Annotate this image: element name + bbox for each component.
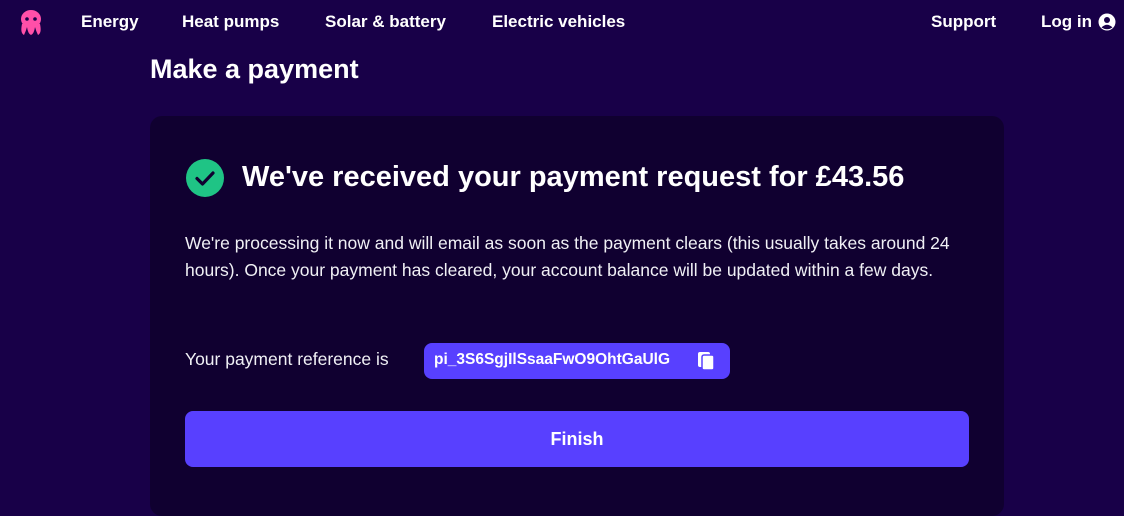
nav-link-solar-battery[interactable]: Solar & battery bbox=[325, 12, 446, 32]
payment-reference-code: pi_3S6SgjIlSsaaFwO9OhtGaUlG bbox=[434, 351, 671, 368]
confirmation-message: We're processing it now and will email a… bbox=[185, 233, 950, 280]
check-circle-icon bbox=[186, 159, 224, 197]
nav-link-heat-pumps[interactable]: Heat pumps bbox=[182, 12, 279, 32]
nav-link-support[interactable]: Support bbox=[931, 12, 996, 32]
top-navigation: Energy Heat pumps Solar & battery Electr… bbox=[0, 0, 1124, 44]
confirmation-heading: We've received your payment request for … bbox=[242, 161, 905, 193]
payment-reference-pill[interactable]: pi_3S6SgjIlSsaaFwO9OhtGaUlG bbox=[424, 343, 730, 379]
nav-link-electric-vehicles[interactable]: Electric vehicles bbox=[492, 12, 625, 32]
payment-reference-label: Your payment reference is bbox=[185, 349, 389, 369]
copy-icon[interactable] bbox=[696, 350, 716, 372]
nav-link-energy[interactable]: Energy bbox=[81, 12, 139, 32]
page-title: Make a payment bbox=[150, 54, 359, 84]
payment-confirmation-card: We've received your payment request for … bbox=[150, 116, 1004, 516]
octopus-logo-icon[interactable] bbox=[18, 9, 44, 37]
user-circle-icon[interactable] bbox=[1098, 13, 1116, 31]
nav-link-login[interactable]: Log in bbox=[1041, 12, 1092, 32]
finish-button[interactable]: Finish bbox=[185, 411, 969, 467]
